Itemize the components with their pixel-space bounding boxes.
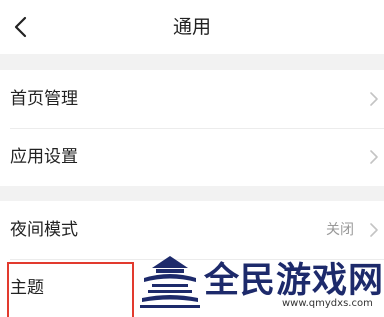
settings-row-app-settings[interactable]: 应用设置	[0, 128, 384, 186]
row-label: 夜间模式	[10, 220, 78, 240]
chevron-right-icon	[370, 150, 378, 164]
navigation-bar: 通用	[0, 0, 384, 54]
settings-row-home-management[interactable]: 首页管理	[0, 70, 384, 128]
row-label: 首页管理	[10, 89, 78, 109]
row-label: 主题	[10, 278, 44, 298]
watermark-title: 全民游戏网	[204, 260, 384, 301]
settings-group-general: 首页管理 应用设置	[0, 70, 384, 186]
row-label: 应用设置	[10, 147, 78, 167]
chevron-right-icon	[370, 92, 378, 106]
chevron-right-icon	[370, 223, 378, 237]
watermark-url: www.qmydxs.com	[282, 298, 373, 309]
watermark: 全民游戏网 www.qmydxs.com	[134, 246, 384, 317]
settings-screen: 通用 首页管理 应用设置 夜间模式 关闭 主题 全民游戏网 www.qmydxs…	[0, 0, 384, 317]
page-title: 通用	[172, 16, 211, 38]
pagoda-logo-icon	[140, 256, 200, 308]
